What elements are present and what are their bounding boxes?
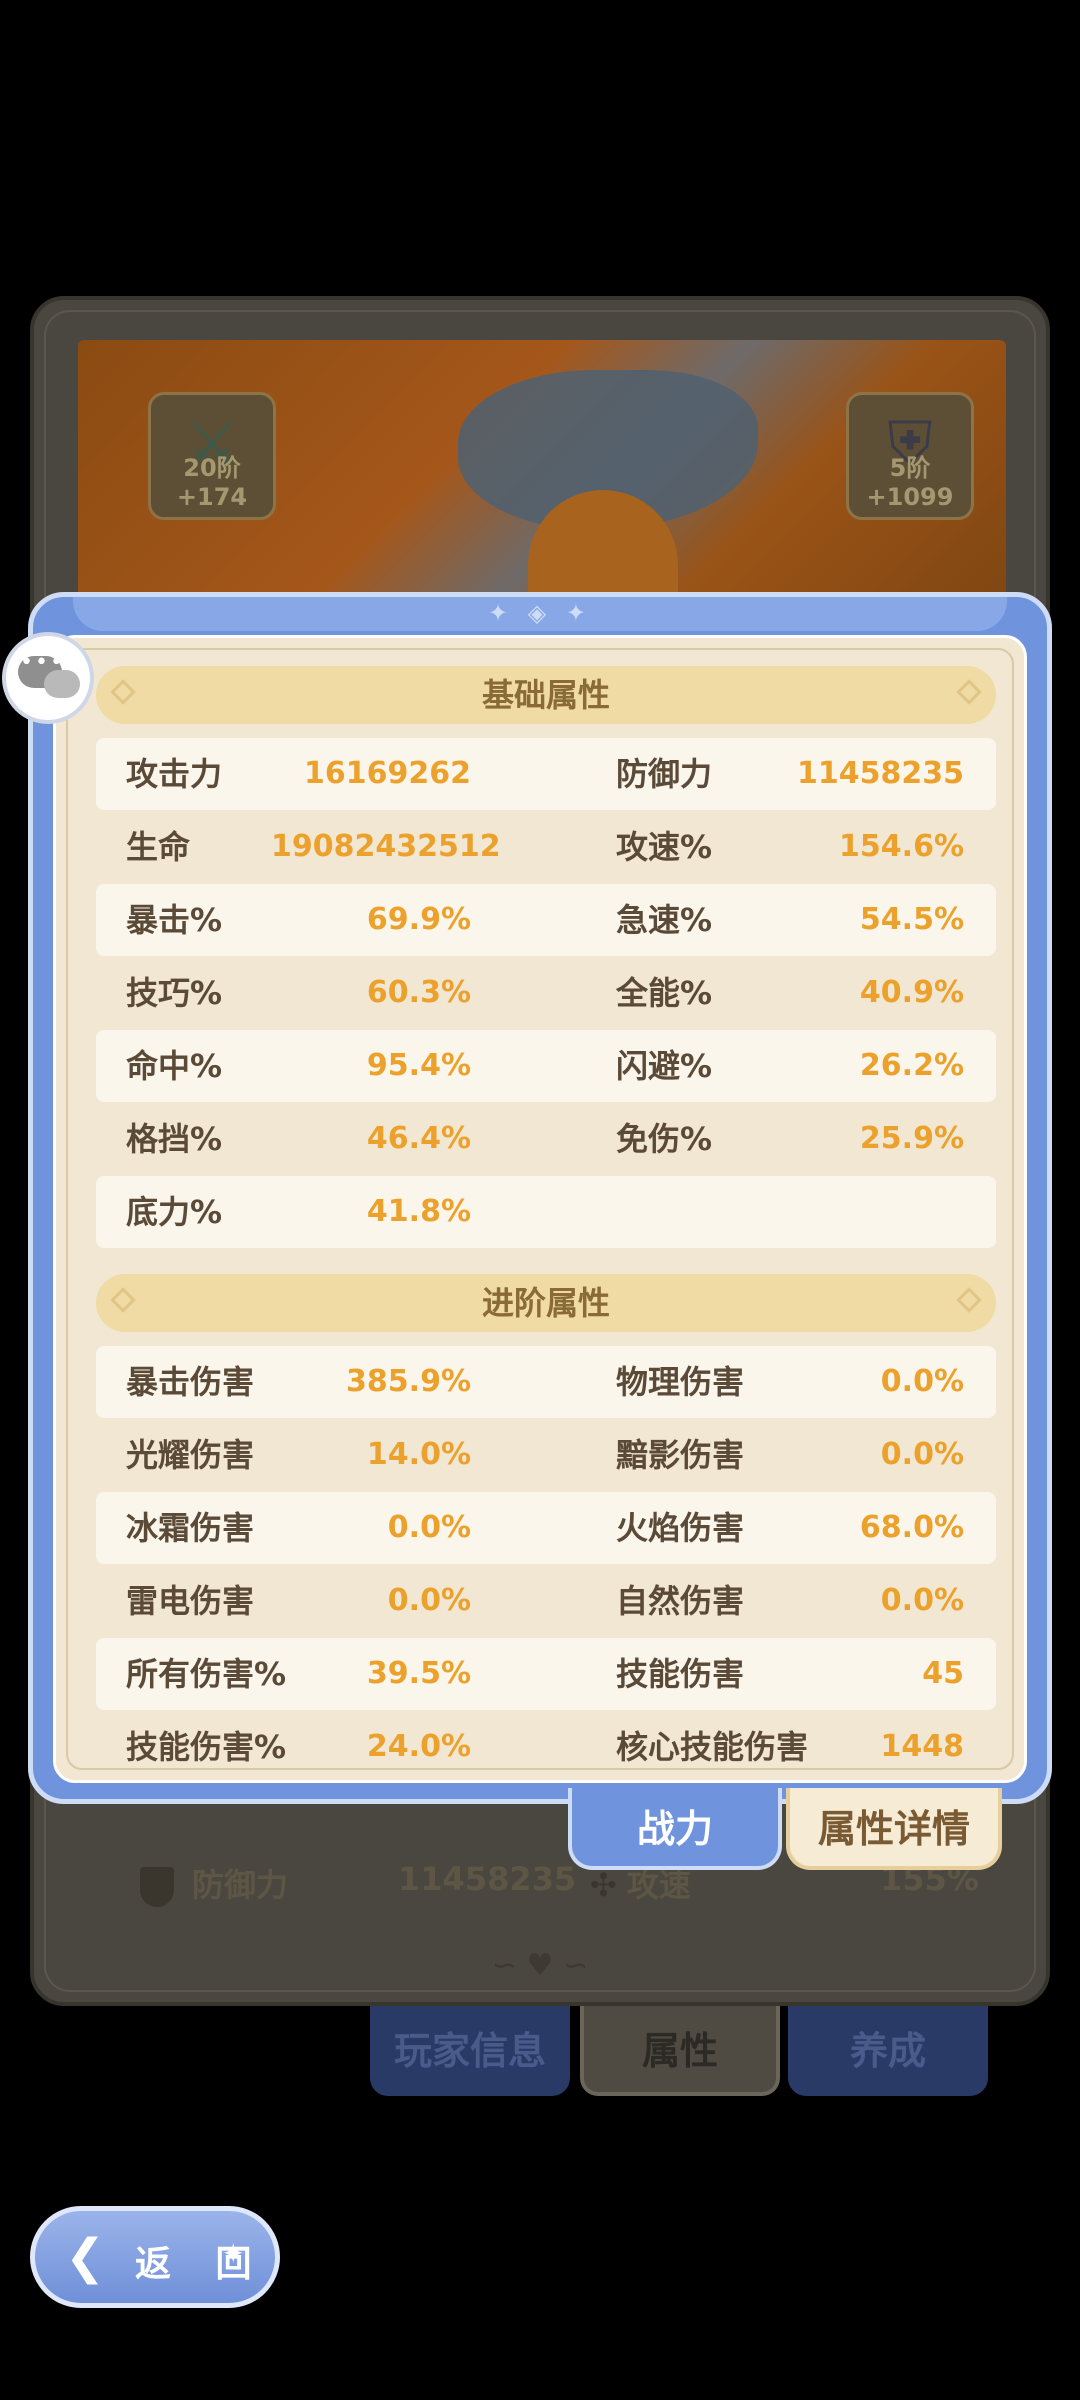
- stat-value: 26.2%: [859, 1048, 964, 1083]
- stat-name: 火焰伤害: [616, 1509, 745, 1547]
- tab-combat-power[interactable]: 战力: [568, 1788, 782, 1870]
- stat-value: 1448: [880, 1729, 965, 1764]
- stat-value: 39.5%: [366, 1656, 471, 1691]
- stat-row: 雷电伤害 0.0% 自然伤害 0.0%: [96, 1565, 996, 1637]
- stat-row: 底力% 41.8%: [96, 1176, 996, 1248]
- stat-row: 技能伤害% 24.0% 核心技能伤害 1448: [96, 1711, 996, 1780]
- armor-slot[interactable]: ⛨ 5阶+1099: [846, 392, 974, 520]
- stat-value: 24.0%: [366, 1729, 471, 1764]
- advanced-attributes-title: 进阶属性: [481, 1284, 610, 1322]
- stat-name: 闪避%: [616, 1047, 713, 1085]
- stat-value: 45: [922, 1656, 964, 1691]
- diamond-icon: [956, 679, 982, 705]
- stat-row: 暴击% 69.9% 急速% 54.5%: [96, 884, 996, 956]
- weapon-slot[interactable]: ⚔ 20阶+174: [148, 392, 276, 520]
- tab-player-info[interactable]: 玩家信息: [370, 2006, 570, 2096]
- stat-value: 11458235: [797, 756, 964, 791]
- stat-name: 技巧%: [126, 974, 223, 1012]
- defense-summary-label: 防御力: [192, 1866, 289, 1904]
- stat-value: 95.4%: [366, 1048, 471, 1083]
- stat-value: 69.9%: [366, 902, 471, 937]
- attribute-detail-panel: ✦ ◈ ✦ 基础属性 攻击力 16169262 防御力 11458235 生命 19082…: [28, 592, 1052, 1804]
- speed-summary-label: 攻速: [626, 1866, 691, 1904]
- tab-attributes[interactable]: 属性: [580, 2006, 780, 2096]
- stat-value: 68.0%: [859, 1510, 964, 1545]
- diamond-icon: [110, 1287, 136, 1313]
- stat-row: 暴击伤害 385.9% 物理伤害 0.0%: [96, 1346, 996, 1418]
- stat-name: 雷电伤害: [126, 1582, 255, 1620]
- chat-button[interactable]: •••: [2, 632, 94, 724]
- stat-value: 40.9%: [859, 975, 964, 1010]
- stat-value: 60.3%: [366, 975, 471, 1010]
- stat-name: 黯影伤害: [616, 1436, 745, 1474]
- stat-name: 全能%: [616, 974, 713, 1012]
- stat-name: 技能伤害: [616, 1655, 745, 1693]
- stat-name: 免伤%: [616, 1120, 713, 1158]
- stat-value: 154.6%: [839, 829, 964, 864]
- defense-summary-value: 11458235: [398, 1860, 577, 1898]
- stat-value: 0.0%: [387, 1583, 471, 1618]
- stat-row: 所有伤害% 39.5% 技能伤害 45: [96, 1638, 996, 1710]
- shield-icon: [140, 1867, 174, 1907]
- stat-row: 光耀伤害 14.0% 黯影伤害 0.0%: [96, 1419, 996, 1491]
- decorative-swirl: ∽ ♥ ∽: [491, 1948, 589, 1983]
- panel-ornament: ✦ ◈ ✦: [488, 599, 592, 627]
- diamond-icon: [110, 679, 136, 705]
- diamond-icon: [956, 1287, 982, 1313]
- back-arrow-icon: ❮: [65, 2229, 106, 2285]
- basic-attributes-header: 基础属性: [96, 666, 996, 724]
- sparkle-icon: ✦: [221, 2237, 245, 2270]
- stat-row: 生命 19082432512 攻速% 154.6%: [96, 811, 996, 883]
- stat-name: 攻速%: [616, 828, 713, 866]
- back-button-label: 返 回: [135, 2244, 268, 2285]
- stat-value: 0.0%: [880, 1437, 964, 1472]
- advanced-attributes-header: 进阶属性: [96, 1274, 996, 1332]
- stat-name: 光耀伤害: [126, 1436, 255, 1474]
- tab-attribute-details[interactable]: 属性详情: [786, 1788, 1002, 1870]
- stat-value: 19082432512: [271, 829, 501, 864]
- stat-value: 41.8%: [366, 1194, 471, 1229]
- stat-value: 14.0%: [366, 1437, 471, 1472]
- stat-name: 物理伤害: [616, 1363, 745, 1401]
- stat-name: 技能伤害%: [126, 1728, 287, 1766]
- stat-name: 攻击力: [126, 755, 223, 793]
- defense-summary: 防御力: [140, 1860, 288, 1907]
- stat-row: 技巧% 60.3% 全能% 40.9%: [96, 957, 996, 1029]
- stat-value: 25.9%: [859, 1121, 964, 1156]
- chat-dots: •••: [20, 650, 65, 675]
- stat-name: 生命: [126, 828, 191, 866]
- tab-cultivate[interactable]: 养成: [788, 2006, 988, 2096]
- stat-name: 急速%: [616, 901, 713, 939]
- stat-value: 0.0%: [387, 1510, 471, 1545]
- stat-name: 暴击%: [126, 901, 223, 939]
- stat-row: 冰霜伤害 0.0% 火焰伤害 68.0%: [96, 1492, 996, 1564]
- stat-row: 格挡% 46.4% 免伤% 25.9%: [96, 1103, 996, 1175]
- stat-name: 格挡%: [126, 1120, 223, 1158]
- stat-name: 防御力: [616, 755, 713, 793]
- stat-value: 385.9%: [346, 1364, 471, 1399]
- stat-name: 命中%: [126, 1047, 223, 1085]
- stat-name: 自然伤害: [616, 1582, 745, 1620]
- stat-name: 暴击伤害: [126, 1363, 255, 1401]
- weapon-level-label: 20阶+174: [176, 454, 248, 511]
- armor-level-label: 5阶+1099: [866, 454, 954, 511]
- back-button[interactable]: ❮ 返 回 ✦: [30, 2206, 280, 2308]
- stat-value: 46.4%: [366, 1121, 471, 1156]
- stat-value: 16169262: [304, 756, 471, 791]
- stat-value: 0.0%: [880, 1583, 964, 1618]
- attribute-sheet[interactable]: 基础属性 攻击力 16169262 防御力 11458235 生命 19082432512…: [53, 635, 1027, 1783]
- stat-name: 冰霜伤害: [126, 1509, 255, 1547]
- stat-value: 0.0%: [880, 1364, 964, 1399]
- basic-attributes-title: 基础属性: [481, 676, 610, 714]
- network-icon: ✣: [590, 1866, 617, 1904]
- stat-name: 所有伤害%: [126, 1655, 287, 1693]
- stat-value: 54.5%: [859, 902, 964, 937]
- stat-name: 底力%: [126, 1193, 223, 1231]
- stat-row: 命中% 95.4% 闪避% 26.2%: [96, 1030, 996, 1102]
- stat-row: 攻击力 16169262 防御力 11458235: [96, 738, 996, 810]
